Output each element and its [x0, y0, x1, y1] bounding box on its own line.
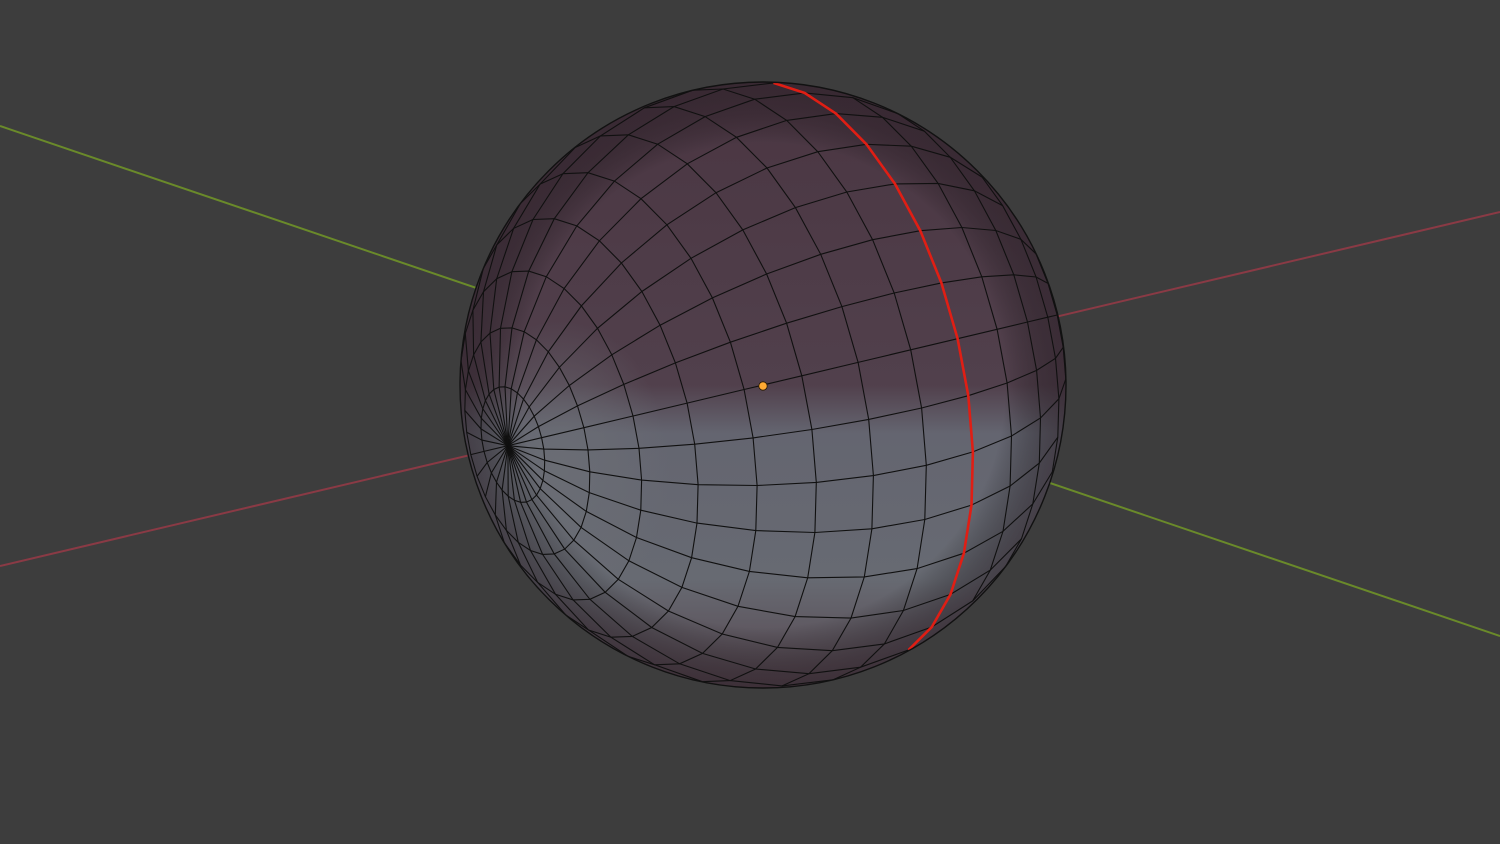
viewport-scene[interactable]: [0, 0, 1500, 844]
object-origin-dot[interactable]: [758, 381, 768, 391]
3d-viewport[interactable]: [0, 0, 1500, 844]
uv-sphere-mesh[interactable]: [450, 81, 1067, 689]
